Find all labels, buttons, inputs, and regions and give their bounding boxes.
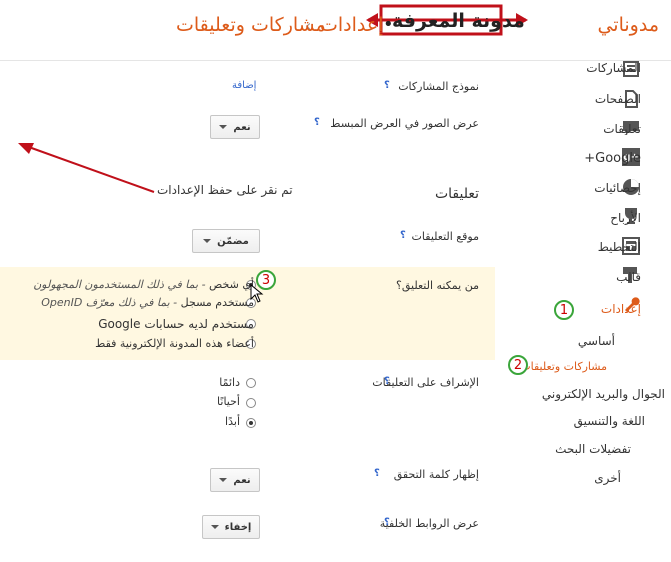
who-can-comment-label: من يمكنه التعليق؟	[396, 279, 479, 292]
option-never: أبدًا	[225, 415, 240, 428]
blog-name[interactable]: مدونة المعرفة	[392, 10, 525, 32]
radio-never[interactable]	[246, 418, 256, 428]
comment-location-value: مضمّن	[217, 235, 249, 247]
radio-sometimes[interactable]	[246, 398, 256, 408]
backlinks-label: عرض الروابط الخلفية	[379, 517, 479, 530]
header: مدوناتي مدونة المعرفة • إعدادات › مشاركا…	[0, 0, 671, 58]
option-registered: مستخدم مسجل - بما في ذلك معرّف OpenID	[41, 296, 254, 309]
sidebar-item-pages[interactable]: الصفحات	[595, 92, 641, 106]
option-anyone: أي شخص - بما في ذلك المستخدمون المجهولون	[33, 278, 254, 291]
mouse-cursor-icon	[250, 284, 264, 303]
comments-heading: تعليقات	[434, 186, 479, 202]
breadcrumb-settings[interactable]: إعدادات	[320, 14, 384, 36]
app-title-link[interactable]: مدوناتي	[597, 14, 659, 36]
chevron-down-icon	[203, 239, 212, 243]
help-icon[interactable]: ؟	[384, 80, 390, 91]
help-icon[interactable]: ؟	[384, 376, 390, 387]
sidebar-item-comments[interactable]: تعليقات	[603, 122, 641, 136]
sidebar-item-template[interactable]: قالب	[616, 270, 641, 284]
option-registered-main: مستخدم مسجل	[180, 296, 254, 309]
option-anyone-note: - بما في ذلك المستخدمون المجهولون	[33, 278, 210, 291]
comment-location-dropdown[interactable]: مضمّن	[192, 229, 260, 253]
comment-location-label: موقع التعليقات	[411, 230, 479, 243]
sidebar-sub-mobile-email[interactable]: الجوال والبريد الإلكتروني	[542, 387, 665, 401]
sidebar-item-layout[interactable]: التخطيط	[598, 240, 641, 254]
post-template-add-link[interactable]: إضافة	[232, 80, 256, 91]
sidebar-item-earnings[interactable]: الأرباح	[610, 211, 641, 225]
annotation-arrow	[18, 143, 155, 193]
option-anyone-main: أي شخص	[209, 278, 254, 291]
chevron-down-icon	[219, 478, 228, 482]
help-icon[interactable]: ؟	[384, 517, 390, 528]
show-images-value: نعم	[233, 121, 251, 133]
show-images-dropdown[interactable]: نعم	[210, 115, 260, 139]
header-divider	[0, 60, 671, 61]
show-images-label: عرض الصور في العرض المبسط	[330, 117, 479, 130]
sidebar-item-settings[interactable]: إعدادات	[601, 302, 641, 316]
sidebar-sub-posts-comments[interactable]: مشاركات وتعليقات	[520, 360, 607, 373]
sidebar-item-posts[interactable]: المشاركات	[586, 61, 641, 75]
chevron-down-icon	[210, 525, 219, 529]
step-badge-2: 2	[508, 355, 528, 375]
option-google-accounts: مستخدم لديه حسابات Google	[98, 317, 254, 331]
option-registered-note: - بما في ذلك معرّف OpenID	[41, 296, 181, 309]
header-dot: •	[383, 14, 394, 35]
chevron-down-icon	[219, 125, 228, 129]
post-template-label: نموذج المشاركات	[398, 80, 479, 93]
sidebar-sub-language[interactable]: اللغة والتنسيق	[574, 414, 645, 428]
captcha-value: نعم	[233, 474, 251, 486]
sidebar-sub-other[interactable]: أخرى	[594, 471, 621, 485]
page-title: مشاركات وتعليقات	[176, 14, 326, 36]
option-always: دائمًا	[219, 376, 240, 389]
sidebar-item-stats[interactable]: إحصائيات	[594, 181, 641, 195]
captcha-dropdown[interactable]: نعم	[210, 468, 260, 492]
captcha-label: إظهار كلمة التحقق	[393, 468, 479, 481]
step-badge-1: 1	[554, 300, 574, 320]
backlinks-dropdown[interactable]: إخفاء	[202, 515, 260, 539]
help-icon[interactable]: ؟	[314, 117, 320, 128]
option-sometimes: أحيانًا	[217, 395, 240, 408]
sidebar-item-google-plus[interactable]: Google+	[584, 151, 641, 166]
help-icon[interactable]: ؟	[374, 468, 380, 479]
sidebar-sub-search-prefs[interactable]: تفضيلات البحث	[555, 442, 631, 456]
help-icon[interactable]: ؟	[400, 230, 406, 241]
sidebar-sub-basic[interactable]: أساسي	[578, 334, 615, 348]
annotation-text: تم نقر على حفظ الإعدادات	[157, 183, 293, 197]
radio-always[interactable]	[246, 378, 256, 388]
backlinks-value: إخفاء	[224, 521, 252, 533]
option-members-only: أعضاء هذه المدونة الإلكترونية فقط	[95, 337, 254, 350]
